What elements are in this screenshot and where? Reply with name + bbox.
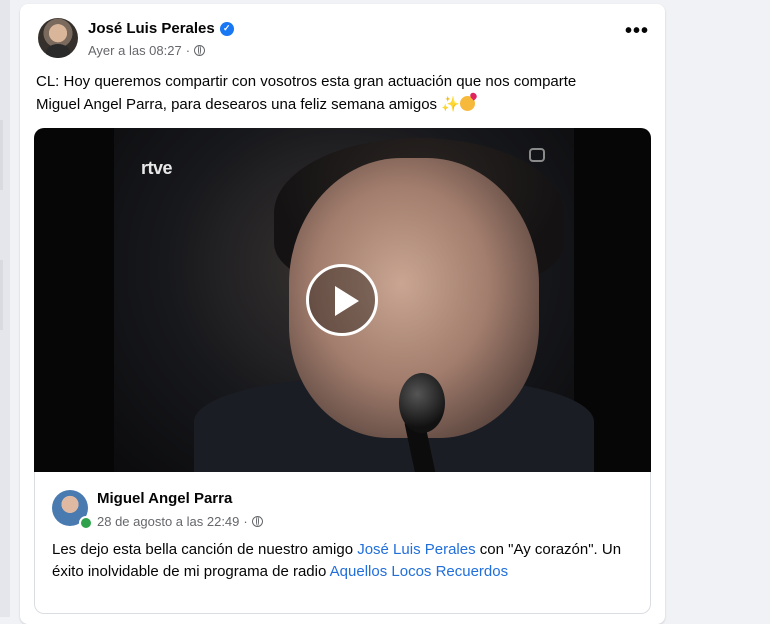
post-timestamp[interactable]: Ayer a las 08:27 <box>88 43 182 58</box>
sparkles-emoji: ✨ <box>441 96 460 113</box>
video-player[interactable]: rtve <box>34 128 651 472</box>
shared-post-author[interactable]: Miguel Angel Parra <box>97 490 232 507</box>
post-text-line1: CL: Hoy queremos compartir con vosotros … <box>36 73 577 90</box>
panel-divider <box>0 260 3 330</box>
shared-post-text: Les dejo esta bella canción de nuestro a… <box>52 539 622 583</box>
globe-icon <box>251 516 263 527</box>
author-avatar[interactable] <box>38 18 78 58</box>
left-panel-edge <box>0 0 10 617</box>
globe-icon <box>194 45 206 56</box>
panel-divider <box>0 120 3 190</box>
shared-post-timestamp[interactable]: 28 de agosto a las 22:49 <box>97 514 239 529</box>
post-text-line2: Miguel Angel Parra, para desearos una fe… <box>36 96 438 113</box>
play-button[interactable] <box>306 264 378 336</box>
online-status-indicator <box>79 516 93 530</box>
video-watermark: rtve <box>141 158 173 178</box>
shared-post-meta: 28 de agosto a las 22:49 · <box>97 514 263 529</box>
post-text: CL: Hoy queremos compartir con vosotros … <box>36 70 646 116</box>
video-microphone <box>399 373 445 433</box>
kiss-face-emoji <box>459 96 475 111</box>
more-options-icon[interactable]: ••• <box>625 21 649 41</box>
post-author-name[interactable]: José Luis Perales <box>88 20 215 37</box>
verified-icon: ✓ <box>219 21 234 36</box>
shared-post[interactable]: Miguel Angel Parra 28 de agosto a las 22… <box>34 472 651 614</box>
post-author[interactable]: José Luis Perales ✓ <box>88 20 234 37</box>
program-link[interactable]: Aquellos Locos Recuerdos <box>330 563 508 580</box>
shared-text-part1: Les dejo esta bella canción de nuestro a… <box>52 541 358 558</box>
artist-link[interactable]: José Luis Perales <box>357 541 475 558</box>
post-card: José Luis Perales ✓ Ayer a las 08:27 · •… <box>20 4 665 624</box>
tv-logo-icon <box>529 148 545 162</box>
post-meta: Ayer a las 08:27 · <box>88 43 206 58</box>
